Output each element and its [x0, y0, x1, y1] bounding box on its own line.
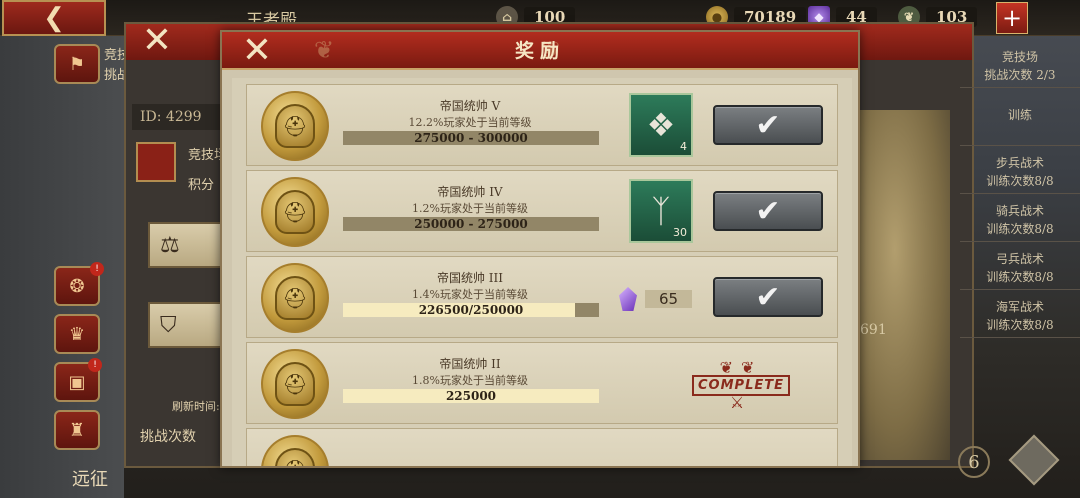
- claim-button[interactable]: ✔: [713, 277, 823, 317]
- rank-medal-icon: ⛑: [261, 177, 329, 247]
- crown-icon: ♛: [68, 323, 86, 345]
- swords-icon: ⚔: [729, 392, 753, 412]
- rank-medal-icon: ⛑: [261, 263, 329, 333]
- reward-row: ⛑ 帝国统帅 V 12.2%玩家处于当前等级 275000 - 300000 ❖…: [246, 84, 838, 166]
- reward-count: 30: [673, 226, 687, 239]
- tab-trophy[interactable]: ♜: [54, 410, 100, 450]
- rank-percent: 1.2%玩家处于当前等级: [412, 202, 528, 215]
- spartan-helmet-icon: ⛑: [275, 362, 315, 406]
- laurel-icon: ❦❦: [719, 357, 763, 377]
- spartan-helmet-icon: ⛑: [275, 276, 315, 320]
- shield-icon: ⛉: [160, 312, 177, 338]
- rank-percent: 1.4%玩家处于当前等级: [412, 288, 528, 301]
- close-icon: ✕: [241, 30, 273, 71]
- shield-button[interactable]: ⛉: [148, 302, 224, 348]
- close-button[interactable]: ✕: [230, 32, 284, 70]
- rank-progress-bar: 226500/250000: [343, 303, 599, 317]
- claim-button[interactable]: ✔: [713, 105, 823, 145]
- notification-badge: !: [90, 262, 104, 276]
- checkmark-icon: ✔: [755, 107, 781, 143]
- reward-modal: ❦ ❦ 奖励 ✕ ⛑ 帝国统帅 V 12.2%玩家处于当前等级 275000 -…: [220, 30, 860, 468]
- spartan-helmet-icon: ⛑: [275, 104, 315, 148]
- arena-close-button[interactable]: ✕: [128, 19, 186, 61]
- reward-modal-title: 奖励: [514, 40, 565, 62]
- rank-range: 275000 - 300000: [414, 131, 528, 145]
- rank-name: 帝国统帅 III: [436, 271, 504, 285]
- left-sidebar: ⚑ 竞技场 挑战 ❂ ! ♛ ▣ ! ♜: [0, 36, 143, 498]
- rank-range: 225000: [445, 389, 497, 403]
- rank-medal-icon: ⛑: [261, 91, 329, 161]
- rank-progress-bar: 250000 - 275000: [343, 217, 599, 231]
- right-item-archer[interactable]: 弓兵战术 训练次数8/8: [960, 244, 1080, 290]
- right-menu: 竞技场 挑战次数 2/3 训练 步兵战术 训练次数8/8 骑兵战术 训练次数8/8 弓…: [960, 42, 1080, 342]
- gem-reward[interactable]: 65: [619, 287, 693, 311]
- arena-tab[interactable]: ⚑: [54, 44, 100, 84]
- checkmark-icon: ✔: [755, 279, 781, 315]
- rank-range: 250000 - 275000: [414, 217, 528, 231]
- scales-icon: ⚖: [160, 232, 180, 258]
- reward-item[interactable]: ᛉ 30: [629, 179, 693, 243]
- back-button[interactable]: ❮: [2, 0, 106, 36]
- rank-medal-icon: ⛑: [261, 435, 329, 466]
- balance-button[interactable]: ⚖: [148, 222, 224, 268]
- close-icon: ✕: [141, 19, 173, 61]
- arena-seal-icon: [136, 142, 176, 182]
- refresh-time-label: 刷新时间:: [172, 400, 220, 413]
- reward-row: ⛑ 帝国统帅 III 1.4%玩家处于当前等级 226500/250000 65…: [246, 256, 838, 338]
- trophy-icon: ♜: [68, 419, 86, 441]
- reward-row: ⛑: [246, 428, 838, 466]
- right-item-training[interactable]: 训练: [960, 100, 1080, 146]
- rank-name: 帝国统帅 V: [439, 99, 501, 113]
- rank-percent: 12.2%玩家处于当前等级: [408, 116, 532, 129]
- right-item-navy[interactable]: 海军战术 训练次数8/8: [960, 292, 1080, 338]
- rank-percent: 1.8%玩家处于当前等级: [412, 374, 528, 387]
- rank-progress-bar: 275000 - 300000: [343, 131, 599, 145]
- rank-range: 226500/250000: [418, 303, 524, 317]
- right-item-cavalry[interactable]: 骑兵战术 训练次数8/8: [960, 196, 1080, 242]
- arena-info: ID: 4299 竞技场 积分 ⚖ ⛉ 刷新时间: 挑战次数: [126, 96, 228, 466]
- rank-name: 帝国统帅 II: [439, 357, 501, 371]
- spartan-helmet-icon: ⛑: [275, 190, 315, 234]
- rank-name: 帝国统帅 IV: [437, 185, 503, 199]
- complete-stamp: ❦❦ COMPLETE ⚔: [692, 353, 790, 417]
- add-resource-button[interactable]: +: [996, 2, 1028, 34]
- reward-modal-header: ❦ ❦ 奖励 ✕: [222, 32, 858, 70]
- chest-icon: ▣: [68, 371, 86, 393]
- score-label: 积分: [188, 178, 215, 193]
- notification-badge: !: [88, 358, 102, 372]
- reward-list[interactable]: ⛑ 帝国统帅 V 12.2%玩家处于当前等级 275000 - 300000 ❖…: [232, 78, 852, 466]
- world-map[interactable]: [858, 110, 950, 460]
- gem-icon: [619, 287, 637, 311]
- tab-crown[interactable]: ♛: [54, 314, 100, 354]
- banner-icon: ⚑: [68, 53, 86, 75]
- claim-button[interactable]: ✔: [713, 191, 823, 231]
- rank-progress-bar: 225000: [343, 389, 599, 403]
- challenge-count-label: 挑战次数: [140, 429, 196, 445]
- reward-row: ⛑ 帝国统帅 II 1.8%玩家处于当前等级 225000 ❦❦ COMPLET…: [246, 342, 838, 424]
- reward-count: 4: [680, 140, 687, 153]
- rank-medal-icon: ⛑: [261, 349, 329, 419]
- rune-stone-icon: ᛉ: [651, 192, 671, 230]
- right-item-arena[interactable]: 竞技场 挑战次数 2/3: [960, 42, 1080, 88]
- reward-row: ⛑ 帝国统帅 IV 1.2%玩家处于当前等级 250000 - 275000 ᛉ…: [246, 170, 838, 252]
- spartan-helmet-icon: ⛑: [275, 448, 315, 466]
- reward-count: 65: [645, 290, 693, 308]
- expedition-button[interactable]: 远征: [50, 462, 130, 494]
- reward-item[interactable]: ❖ 4: [629, 93, 693, 157]
- right-item-infantry[interactable]: 步兵战术 训练次数8/8: [960, 148, 1080, 194]
- back-arrow-icon: ❮: [43, 3, 65, 33]
- map-number: 691: [860, 322, 887, 338]
- bottom-counter[interactable]: 6: [958, 446, 990, 478]
- treasure-icon: ❂: [69, 275, 85, 297]
- player-id: ID: 4299: [132, 104, 222, 130]
- checkmark-icon: ✔: [755, 193, 781, 229]
- crystal-icon: ❖: [646, 106, 676, 144]
